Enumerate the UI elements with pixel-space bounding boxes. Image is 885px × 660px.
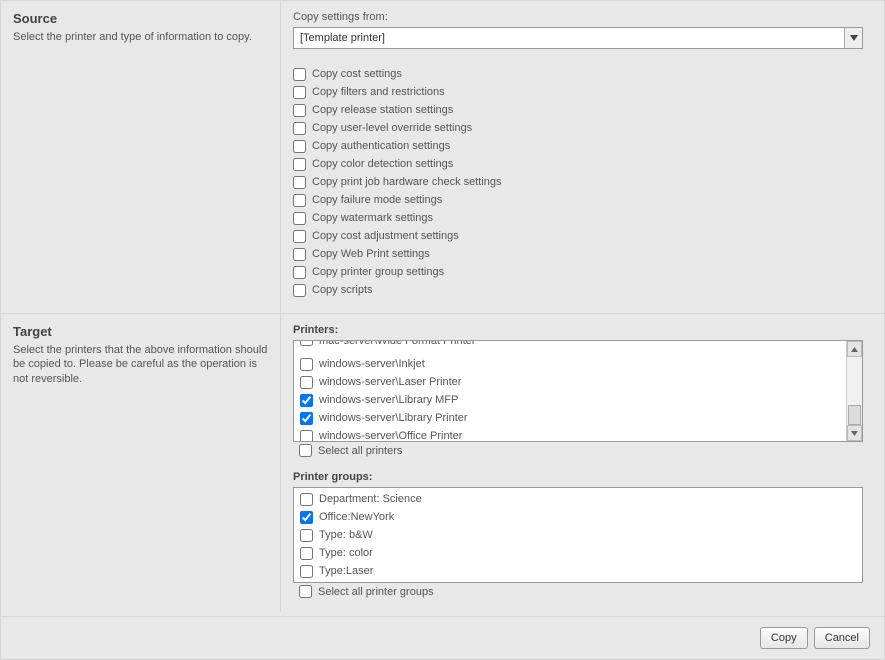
option-cost-settings[interactable]: Copy cost settings: [293, 65, 872, 83]
groups-label: Printer groups:: [293, 471, 872, 483]
template-select-value: [Template printer]: [294, 32, 844, 44]
target-title: Target: [13, 324, 268, 339]
select-all-groups-checkbox[interactable]: [299, 585, 312, 598]
source-title: Source: [13, 11, 268, 26]
target-section: Target Select the printers that the abov…: [1, 313, 884, 612]
printer-checkbox[interactable]: [300, 394, 313, 407]
printer-row[interactable]: windows-server\Library Printer: [294, 409, 846, 427]
group-row[interactable]: Type:Laser: [294, 562, 862, 580]
option-web-print-checkbox[interactable]: [293, 248, 306, 261]
group-row[interactable]: Office:NewYork: [294, 508, 862, 526]
option-watermark[interactable]: Copy watermark settings: [293, 209, 872, 227]
group-checkbox[interactable]: [300, 529, 313, 542]
printers-listbox[interactable]: mac-server\Wide Format Printer windows-s…: [293, 340, 863, 442]
group-row[interactable]: Type: b&W: [294, 526, 862, 544]
option-failure-mode-checkbox[interactable]: [293, 194, 306, 207]
option-hardware-check[interactable]: Copy print job hardware check settings: [293, 173, 872, 191]
cancel-button[interactable]: Cancel: [814, 627, 870, 649]
group-row[interactable]: Type: color: [294, 544, 862, 562]
option-cost-adjustment[interactable]: Copy cost adjustment settings: [293, 227, 872, 245]
scroll-up-icon[interactable]: [847, 341, 862, 357]
printer-row[interactable]: windows-server\Inkjet: [294, 355, 846, 373]
option-user-override[interactable]: Copy user-level override settings: [293, 119, 872, 137]
option-hardware-check-checkbox[interactable]: [293, 176, 306, 189]
chevron-down-icon[interactable]: [844, 28, 862, 48]
group-checkbox[interactable]: [300, 547, 313, 560]
group-checkbox[interactable]: [300, 511, 313, 524]
option-auth-checkbox[interactable]: [293, 140, 306, 153]
source-left: Source Select the printer and type of in…: [1, 1, 281, 313]
option-cost-settings-checkbox[interactable]: [293, 68, 306, 81]
select-all-groups-label: Select all printer groups: [318, 586, 434, 598]
select-all-printers-label: Select all printers: [318, 445, 402, 457]
printer-groups-listbox[interactable]: Department: Science Office:NewYork Type:…: [293, 487, 863, 583]
printer-row[interactable]: windows-server\Laser Printer: [294, 373, 846, 391]
group-checkbox[interactable]: [300, 565, 313, 578]
option-color-detection-checkbox[interactable]: [293, 158, 306, 171]
printer-row[interactable]: mac-server\Wide Format Printer: [294, 341, 846, 355]
option-release-station[interactable]: Copy release station settings: [293, 101, 872, 119]
group-row[interactable]: Department: Science: [294, 490, 862, 508]
target-desc: Select the printers that the above infor…: [13, 343, 268, 386]
select-all-printers-row[interactable]: Select all printers: [293, 444, 872, 457]
printer-checkbox[interactable]: [300, 412, 313, 425]
printer-checkbox[interactable]: [300, 376, 313, 389]
copy-button[interactable]: Copy: [760, 627, 808, 649]
source-options-list: Copy cost settings Copy filters and rest…: [293, 65, 872, 299]
option-printer-group[interactable]: Copy printer group settings: [293, 263, 872, 281]
option-filters-checkbox[interactable]: [293, 86, 306, 99]
target-left: Target Select the printers that the abov…: [1, 314, 281, 612]
scroll-down-icon[interactable]: [847, 425, 862, 441]
copy-from-label: Copy settings from:: [293, 11, 872, 23]
template-select[interactable]: [Template printer]: [293, 27, 863, 49]
select-all-groups-row[interactable]: Select all printer groups: [293, 585, 872, 598]
option-user-override-checkbox[interactable]: [293, 122, 306, 135]
printer-checkbox[interactable]: [300, 430, 313, 442]
option-failure-mode[interactable]: Copy failure mode settings: [293, 191, 872, 209]
scroll-thumb[interactable]: [848, 405, 861, 425]
option-printer-group-checkbox[interactable]: [293, 266, 306, 279]
option-watermark-checkbox[interactable]: [293, 212, 306, 225]
printer-checkbox[interactable]: [300, 341, 313, 346]
printer-row[interactable]: windows-server\Office Printer: [294, 427, 846, 441]
option-scripts-checkbox[interactable]: [293, 284, 306, 297]
option-cost-adjustment-checkbox[interactable]: [293, 230, 306, 243]
source-desc: Select the printer and type of informati…: [13, 30, 268, 44]
option-filters[interactable]: Copy filters and restrictions: [293, 83, 872, 101]
printer-row[interactable]: windows-server\Library MFP: [294, 391, 846, 409]
option-web-print[interactable]: Copy Web Print settings: [293, 245, 872, 263]
printer-checkbox[interactable]: [300, 358, 313, 371]
printers-scrollbar[interactable]: [846, 341, 862, 441]
option-release-station-checkbox[interactable]: [293, 104, 306, 117]
printers-label: Printers:: [293, 324, 872, 336]
option-auth[interactable]: Copy authentication settings: [293, 137, 872, 155]
option-color-detection[interactable]: Copy color detection settings: [293, 155, 872, 173]
source-right: Copy settings from: [Template printer] C…: [281, 1, 884, 313]
scroll-track[interactable]: [847, 357, 862, 425]
option-scripts[interactable]: Copy scripts: [293, 281, 872, 299]
source-section: Source Select the printer and type of in…: [1, 1, 884, 313]
select-all-printers-checkbox[interactable]: [299, 444, 312, 457]
group-checkbox[interactable]: [300, 493, 313, 506]
target-right: Printers: mac-server\Wide Format Printer…: [281, 314, 884, 612]
